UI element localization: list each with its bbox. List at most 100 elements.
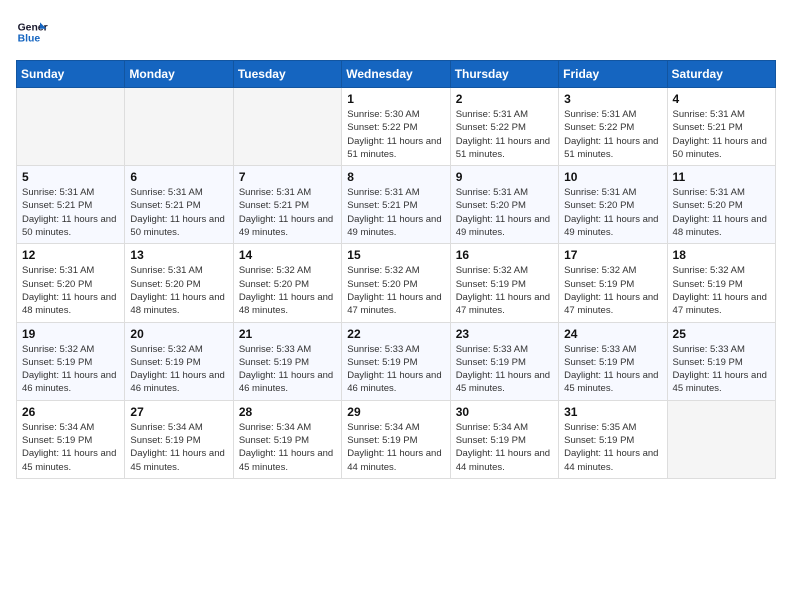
calendar-cell: 12 Sunrise: 5:31 AMSunset: 5:20 PMDayligh…: [17, 244, 125, 322]
calendar-cell: [233, 88, 341, 166]
day-number: 12: [22, 248, 119, 262]
day-number: 17: [564, 248, 661, 262]
calendar-cell: 26 Sunrise: 5:34 AMSunset: 5:19 PMDayligh…: [17, 400, 125, 478]
day-number: 4: [673, 92, 770, 106]
day-info: Sunrise: 5:32 AMSunset: 5:19 PMDaylight:…: [564, 264, 661, 317]
day-info: Sunrise: 5:34 AMSunset: 5:19 PMDaylight:…: [22, 421, 119, 474]
day-number: 14: [239, 248, 336, 262]
logo: General Blue: [16, 16, 52, 48]
calendar-cell: 2Sunrise: 5:31 AMSunset: 5:22 PMDaylight…: [450, 88, 558, 166]
calendar-cell: 5 Sunrise: 5:31 AMSunset: 5:21 PMDaylight…: [17, 166, 125, 244]
day-number: 20: [130, 327, 227, 341]
day-info: Sunrise: 5:31 AMSunset: 5:21 PMDaylight:…: [239, 186, 336, 239]
day-info: Sunrise: 5:34 AMSunset: 5:19 PMDaylight:…: [239, 421, 336, 474]
calendar-table: SundayMondayTuesdayWednesdayThursdayFrid…: [16, 60, 776, 479]
day-info: Sunrise: 5:30 AMSunset: 5:22 PMDaylight:…: [347, 108, 444, 161]
day-info: Sunrise: 5:31 AMSunset: 5:20 PMDaylight:…: [564, 186, 661, 239]
day-info: Sunrise: 5:31 AMSunset: 5:22 PMDaylight:…: [564, 108, 661, 161]
calendar-cell: 14Sunrise: 5:32 AMSunset: 5:20 PMDayligh…: [233, 244, 341, 322]
day-number: 25: [673, 327, 770, 341]
day-number: 18: [673, 248, 770, 262]
day-number: 19: [22, 327, 119, 341]
calendar-cell: [125, 88, 233, 166]
calendar-cell: 29Sunrise: 5:34 AMSunset: 5:19 PMDayligh…: [342, 400, 450, 478]
day-number: 5: [22, 170, 119, 184]
calendar-header-row: SundayMondayTuesdayWednesdayThursdayFrid…: [17, 61, 776, 88]
day-header-saturday: Saturday: [667, 61, 775, 88]
day-info: Sunrise: 5:33 AMSunset: 5:19 PMDaylight:…: [347, 343, 444, 396]
calendar-cell: 21 Sunrise: 5:33 AMSunset: 5:19 PMDayligh…: [233, 322, 341, 400]
day-number: 16: [456, 248, 553, 262]
calendar-cell: 31 Sunrise: 5:35 AMSunset: 5:19 PMDayligh…: [559, 400, 667, 478]
day-info: Sunrise: 5:33 AMSunset: 5:19 PMDaylight:…: [456, 343, 553, 396]
day-info: Sunrise: 5:32 AMSunset: 5:19 PMDaylight:…: [22, 343, 119, 396]
calendar-cell: 16 Sunrise: 5:32 AMSunset: 5:19 PMDayligh…: [450, 244, 558, 322]
calendar-cell: [667, 400, 775, 478]
day-number: 11: [673, 170, 770, 184]
day-number: 24: [564, 327, 661, 341]
calendar-cell: 3Sunrise: 5:31 AMSunset: 5:22 PMDaylight…: [559, 88, 667, 166]
calendar-week-row: 26 Sunrise: 5:34 AMSunset: 5:19 PMDayligh…: [17, 400, 776, 478]
day-header-sunday: Sunday: [17, 61, 125, 88]
day-number: 26: [22, 405, 119, 419]
calendar-cell: [17, 88, 125, 166]
day-info: Sunrise: 5:31 AMSunset: 5:21 PMDaylight:…: [22, 186, 119, 239]
day-info: Sunrise: 5:31 AMSunset: 5:22 PMDaylight:…: [456, 108, 553, 161]
day-header-wednesday: Wednesday: [342, 61, 450, 88]
calendar-cell: 10Sunrise: 5:31 AMSunset: 5:20 PMDayligh…: [559, 166, 667, 244]
day-number: 30: [456, 405, 553, 419]
day-header-friday: Friday: [559, 61, 667, 88]
calendar-cell: 8 Sunrise: 5:31 AMSunset: 5:21 PMDaylight…: [342, 166, 450, 244]
calendar-cell: 24Sunrise: 5:33 AMSunset: 5:19 PMDayligh…: [559, 322, 667, 400]
calendar-cell: 17 Sunrise: 5:32 AMSunset: 5:19 PMDayligh…: [559, 244, 667, 322]
day-info: Sunrise: 5:32 AMSunset: 5:19 PMDaylight:…: [456, 264, 553, 317]
day-number: 21: [239, 327, 336, 341]
day-header-tuesday: Tuesday: [233, 61, 341, 88]
calendar-cell: 30 Sunrise: 5:34 AMSunset: 5:19 PMDayligh…: [450, 400, 558, 478]
calendar-cell: 9 Sunrise: 5:31 AMSunset: 5:20 PMDaylight…: [450, 166, 558, 244]
svg-text:Blue: Blue: [18, 34, 41, 45]
day-info: Sunrise: 5:35 AMSunset: 5:19 PMDaylight:…: [564, 421, 661, 474]
page-header: General Blue: [16, 16, 776, 48]
calendar-week-row: 5 Sunrise: 5:31 AMSunset: 5:21 PMDaylight…: [17, 166, 776, 244]
calendar-cell: 20 Sunrise: 5:32 AMSunset: 5:19 PMDayligh…: [125, 322, 233, 400]
day-number: 31: [564, 405, 661, 419]
calendar-cell: 11 Sunrise: 5:31 AMSunset: 5:20 PMDayligh…: [667, 166, 775, 244]
calendar-cell: 27 Sunrise: 5:34 AMSunset: 5:19 PMDayligh…: [125, 400, 233, 478]
day-number: 8: [347, 170, 444, 184]
day-info: Sunrise: 5:31 AMSunset: 5:20 PMDaylight:…: [22, 264, 119, 317]
calendar-week-row: 1 Sunrise: 5:30 AMSunset: 5:22 PMDaylight…: [17, 88, 776, 166]
day-info: Sunrise: 5:31 AMSunset: 5:21 PMDaylight:…: [347, 186, 444, 239]
day-number: 28: [239, 405, 336, 419]
calendar-cell: 25 Sunrise: 5:33 AMSunset: 5:19 PMDayligh…: [667, 322, 775, 400]
day-info: Sunrise: 5:34 AMSunset: 5:19 PMDaylight:…: [130, 421, 227, 474]
day-info: Sunrise: 5:33 AMSunset: 5:19 PMDaylight:…: [673, 343, 770, 396]
day-number: 7: [239, 170, 336, 184]
calendar-week-row: 19 Sunrise: 5:32 AMSunset: 5:19 PMDayligh…: [17, 322, 776, 400]
day-info: Sunrise: 5:34 AMSunset: 5:19 PMDaylight:…: [347, 421, 444, 474]
day-info: Sunrise: 5:31 AMSunset: 5:20 PMDaylight:…: [456, 186, 553, 239]
calendar-cell: 13Sunrise: 5:31 AMSunset: 5:20 PMDayligh…: [125, 244, 233, 322]
day-info: Sunrise: 5:33 AMSunset: 5:19 PMDaylight:…: [239, 343, 336, 396]
day-info: Sunrise: 5:31 AMSunset: 5:20 PMDaylight:…: [130, 264, 227, 317]
calendar-cell: 28 Sunrise: 5:34 AMSunset: 5:19 PMDayligh…: [233, 400, 341, 478]
logo-icon: General Blue: [16, 16, 48, 48]
calendar-cell: 19 Sunrise: 5:32 AMSunset: 5:19 PMDayligh…: [17, 322, 125, 400]
calendar-cell: 18Sunrise: 5:32 AMSunset: 5:19 PMDayligh…: [667, 244, 775, 322]
day-number: 22: [347, 327, 444, 341]
day-number: 6: [130, 170, 227, 184]
day-info: Sunrise: 5:31 AMSunset: 5:20 PMDaylight:…: [673, 186, 770, 239]
day-info: Sunrise: 5:31 AMSunset: 5:21 PMDaylight:…: [130, 186, 227, 239]
day-info: Sunrise: 5:32 AMSunset: 5:20 PMDaylight:…: [347, 264, 444, 317]
calendar-body: 1 Sunrise: 5:30 AMSunset: 5:22 PMDaylight…: [17, 88, 776, 479]
calendar-cell: 15 Sunrise: 5:32 AMSunset: 5:20 PMDayligh…: [342, 244, 450, 322]
day-number: 1: [347, 92, 444, 106]
calendar-cell: 23Sunrise: 5:33 AMSunset: 5:19 PMDayligh…: [450, 322, 558, 400]
day-number: 27: [130, 405, 227, 419]
day-info: Sunrise: 5:32 AMSunset: 5:19 PMDaylight:…: [130, 343, 227, 396]
day-info: Sunrise: 5:34 AMSunset: 5:19 PMDaylight:…: [456, 421, 553, 474]
day-info: Sunrise: 5:31 AMSunset: 5:21 PMDaylight:…: [673, 108, 770, 161]
calendar-cell: 7 Sunrise: 5:31 AMSunset: 5:21 PMDaylight…: [233, 166, 341, 244]
day-number: 9: [456, 170, 553, 184]
day-number: 15: [347, 248, 444, 262]
